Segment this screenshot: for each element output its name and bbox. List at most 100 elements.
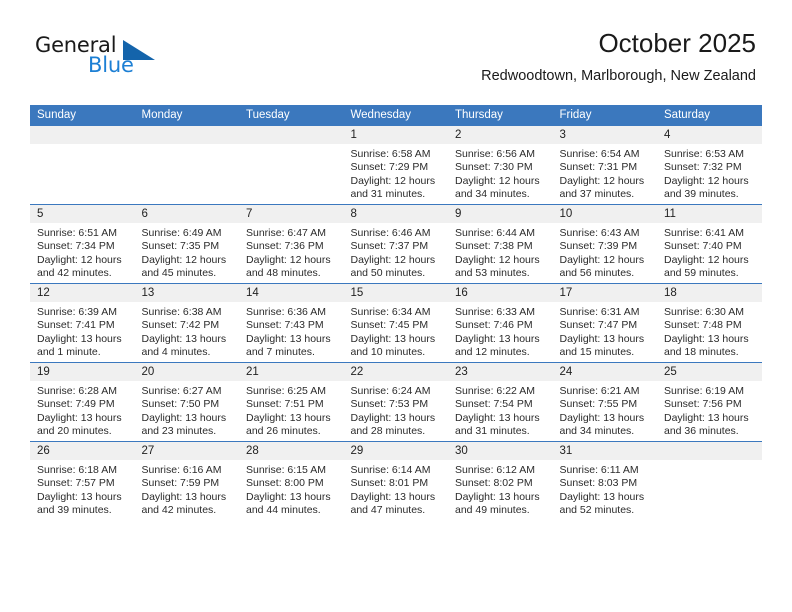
calendar-day-cell[interactable]: 15 Sunrise: 6:34 AM Sunset: 7:45 PM Dayligh…	[343, 283, 449, 363]
sunrise-text: Sunrise: 6:56 AM	[455, 148, 535, 160]
day-number: 11	[657, 205, 762, 223]
sunset-text: Sunset: 7:32 PM	[664, 161, 742, 174]
day-details: Sunrise: 6:54 AM Sunset: 7:31 PM Daylight:…	[553, 144, 658, 202]
sunset-text: Sunset: 7:55 PM	[559, 398, 638, 411]
day-details: Sunrise: 6:49 AM Sunset: 7:35 PM Daylight:…	[135, 223, 240, 281]
sunrise-text: Sunrise: 6:15 AM	[246, 464, 326, 476]
calendar-day-cell[interactable]: 1 Sunrise: 6:58 AM Sunset: 7:29 PM Daylight…	[343, 126, 448, 205]
general-blue-logo[interactable]: General Blue	[35, 33, 210, 83]
day-details: Sunrise: 6:43 AM Sunset: 7:39 PM Daylight:…	[553, 223, 658, 281]
calendar-week-row: 19 Sunrise: 6:28 AM Sunset: 7:49 PM Dayligh…	[30, 362, 762, 442]
daylight-text-line1: Daylight: 12 hours	[246, 253, 331, 266]
daylight-text-line1: Daylight: 13 hours	[246, 332, 331, 345]
day-details: Sunrise: 6:12 AM Sunset: 8:02 PM Daylight:…	[448, 460, 553, 518]
page-title: October 2025	[598, 28, 756, 58]
day-details: Sunrise: 6:51 AM Sunset: 7:34 PM Daylight:…	[30, 223, 135, 281]
sunrise-text: Sunrise: 6:21 AM	[559, 385, 640, 397]
calendar-day-cell[interactable]: 17 Sunrise: 6:31 AM Sunset: 7:47 PM Dayligh…	[552, 283, 658, 363]
calendar-day-cell[interactable]: 27 Sunrise: 6:16 AM Sunset: 7:59 PM Dayligh…	[134, 441, 239, 520]
day-number: 15	[343, 284, 448, 302]
daylight-text-line1: Daylight: 13 hours	[664, 332, 749, 345]
day-details: Sunrise: 6:56 AM Sunset: 7:30 PM Daylight:…	[448, 144, 553, 202]
calendar-day-cell[interactable]: 12 Sunrise: 6:39 AM Sunset: 7:41 PM Dayligh…	[30, 283, 135, 363]
sunrise-text: Sunrise: 6:14 AM	[350, 464, 431, 476]
calendar-day-cell[interactable]: 5 Sunrise: 6:51 AM Sunset: 7:34 PM Daylight…	[30, 204, 135, 284]
sunset-text: Sunset: 7:38 PM	[455, 240, 533, 253]
calendar-day-cell[interactable]: 31 Sunrise: 6:11 AM Sunset: 8:03 PM Dayligh…	[552, 441, 657, 520]
day-details: Sunrise: 6:21 AM Sunset: 7:55 PM Daylight:…	[553, 381, 658, 439]
sunrise-text: Sunrise: 6:22 AM	[455, 385, 535, 397]
calendar-day-cell[interactable]: 4 Sunrise: 6:53 AM Sunset: 7:32 PM Daylight…	[657, 126, 762, 205]
day-details: Sunrise: 6:34 AM Sunset: 7:45 PM Daylight:…	[344, 302, 449, 360]
calendar-day-cell[interactable]: 26 Sunrise: 6:18 AM Sunset: 7:57 PM Dayligh…	[30, 441, 135, 520]
sunrise-text: Sunrise: 6:38 AM	[141, 306, 222, 318]
day-details: Sunrise: 6:31 AM Sunset: 7:47 PM Daylight:…	[553, 302, 658, 360]
sunrise-text: Sunrise: 6:27 AM	[141, 385, 222, 397]
calendar-day-cell[interactable]: 22 Sunrise: 6:24 AM Sunset: 7:53 PM Dayligh…	[343, 362, 448, 442]
calendar-day-cell[interactable]: 28 Sunrise: 6:15 AM Sunset: 8:00 PM Dayligh…	[239, 441, 344, 520]
calendar-day-cell[interactable]: 23 Sunrise: 6:22 AM Sunset: 7:54 PM Dayligh…	[448, 362, 553, 442]
calendar-day-cell[interactable]: 29 Sunrise: 6:14 AM Sunset: 8:01 PM Dayligh…	[343, 441, 448, 520]
calendar-week-row: 26 Sunrise: 6:18 AM Sunset: 7:57 PM Dayligh…	[30, 441, 762, 520]
calendar-day-cell[interactable]: 11 Sunrise: 6:41 AM Sunset: 7:40 PM Dayligh…	[657, 204, 762, 284]
daylight-text-line2: and 53 minutes.	[455, 267, 530, 280]
calendar-day-cell[interactable]: 13 Sunrise: 6:38 AM Sunset: 7:42 PM Dayligh…	[134, 283, 239, 363]
calendar-cell-empty	[239, 126, 344, 205]
calendar-week-row: 12 Sunrise: 6:39 AM Sunset: 7:41 PM Dayligh…	[30, 283, 762, 363]
daylight-text-line2: and 18 minutes.	[664, 346, 739, 359]
day-details: Sunrise: 6:47 AM Sunset: 7:36 PM Daylight:…	[239, 223, 344, 281]
day-details: Sunrise: 6:22 AM Sunset: 7:54 PM Daylight:…	[448, 381, 553, 439]
daylight-text-line1: Daylight: 12 hours	[141, 253, 227, 266]
calendar-table: Sunday Monday Tuesday Wednesday Thursday…	[30, 105, 762, 520]
daylight-text-line1: Daylight: 12 hours	[455, 253, 540, 266]
day-number: 30	[448, 442, 553, 460]
calendar-day-cell[interactable]: 8 Sunrise: 6:46 AM Sunset: 7:37 PM Daylight…	[343, 204, 448, 284]
day-number: 31	[552, 442, 657, 460]
daylight-text-line2: and 20 minutes.	[37, 425, 112, 438]
calendar-day-cell[interactable]: 6 Sunrise: 6:49 AM Sunset: 7:35 PM Daylight…	[134, 204, 240, 284]
daylight-text-line2: and 31 minutes.	[455, 425, 530, 438]
day-number: 27	[134, 442, 239, 460]
sunset-text: Sunset: 7:56 PM	[664, 398, 742, 411]
calendar-day-cell[interactable]: 18 Sunrise: 6:30 AM Sunset: 7:48 PM Dayligh…	[657, 283, 762, 363]
calendar-day-cell[interactable]: 25 Sunrise: 6:19 AM Sunset: 7:56 PM Dayligh…	[657, 362, 762, 442]
calendar-day-cell[interactable]: 7 Sunrise: 6:47 AM Sunset: 7:36 PM Daylight…	[239, 204, 344, 284]
calendar-day-cell[interactable]: 19 Sunrise: 6:28 AM Sunset: 7:49 PM Dayligh…	[30, 362, 135, 442]
daylight-text-line2: and 26 minutes.	[246, 425, 321, 438]
sunrise-text: Sunrise: 6:47 AM	[246, 227, 326, 239]
sunset-text: Sunset: 7:50 PM	[141, 398, 220, 411]
day-number: 10	[552, 205, 657, 223]
day-number: 1	[343, 126, 448, 144]
daylight-text-line2: and 15 minutes.	[559, 346, 635, 359]
daylight-text-line2: and 37 minutes.	[559, 188, 635, 201]
day-number: 6	[134, 205, 239, 223]
daylight-text-line2: and 1 minute.	[37, 346, 101, 359]
daylight-text-line2: and 7 minutes.	[246, 346, 315, 359]
calendar-day-cell[interactable]: 16 Sunrise: 6:33 AM Sunset: 7:46 PM Dayligh…	[448, 283, 553, 363]
weekday-header-wednesday: Wednesday	[343, 105, 448, 126]
daylight-text-line1: Daylight: 13 hours	[559, 332, 645, 345]
calendar-day-cell[interactable]: 9 Sunrise: 6:44 AM Sunset: 7:38 PM Daylight…	[448, 204, 553, 284]
day-details: Sunrise: 6:39 AM Sunset: 7:41 PM Daylight:…	[30, 302, 135, 360]
calendar-day-cell[interactable]: 21 Sunrise: 6:25 AM Sunset: 7:51 PM Dayligh…	[239, 362, 344, 442]
daylight-text-line1: Daylight: 13 hours	[455, 490, 540, 503]
calendar-day-cell[interactable]: 10 Sunrise: 6:43 AM Sunset: 7:39 PM Dayligh…	[552, 204, 658, 284]
daylight-text-line2: and 50 minutes.	[350, 267, 426, 280]
calendar-day-cell[interactable]: 14 Sunrise: 6:36 AM Sunset: 7:43 PM Dayligh…	[239, 283, 344, 363]
sunrise-text: Sunrise: 6:44 AM	[455, 227, 535, 239]
calendar-day-cell[interactable]: 3 Sunrise: 6:54 AM Sunset: 7:31 PM Daylight…	[552, 126, 658, 205]
sunset-text: Sunset: 7:59 PM	[141, 477, 220, 490]
daylight-text-line2: and 52 minutes.	[559, 504, 635, 517]
day-details: Sunrise: 6:30 AM Sunset: 7:48 PM Daylight:…	[657, 302, 762, 360]
logo-text-blue: Blue	[88, 53, 134, 77]
weekday-header-row: Sunday Monday Tuesday Wednesday Thursday…	[30, 105, 762, 126]
day-number: 18	[657, 284, 762, 302]
calendar-day-cell[interactable]: 24 Sunrise: 6:21 AM Sunset: 7:55 PM Dayligh…	[552, 362, 658, 442]
calendar-day-cell[interactable]: 20 Sunrise: 6:27 AM Sunset: 7:50 PM Dayligh…	[134, 362, 239, 442]
calendar-day-cell[interactable]: 2 Sunrise: 6:56 AM Sunset: 7:30 PM Daylight…	[448, 126, 553, 205]
day-number: 5	[30, 205, 135, 223]
day-number: 13	[134, 284, 239, 302]
weekday-header-thursday: Thursday	[448, 105, 553, 126]
calendar-day-cell[interactable]: 30 Sunrise: 6:12 AM Sunset: 8:02 PM Dayligh…	[448, 441, 553, 520]
sunset-text: Sunset: 7:43 PM	[246, 319, 324, 332]
